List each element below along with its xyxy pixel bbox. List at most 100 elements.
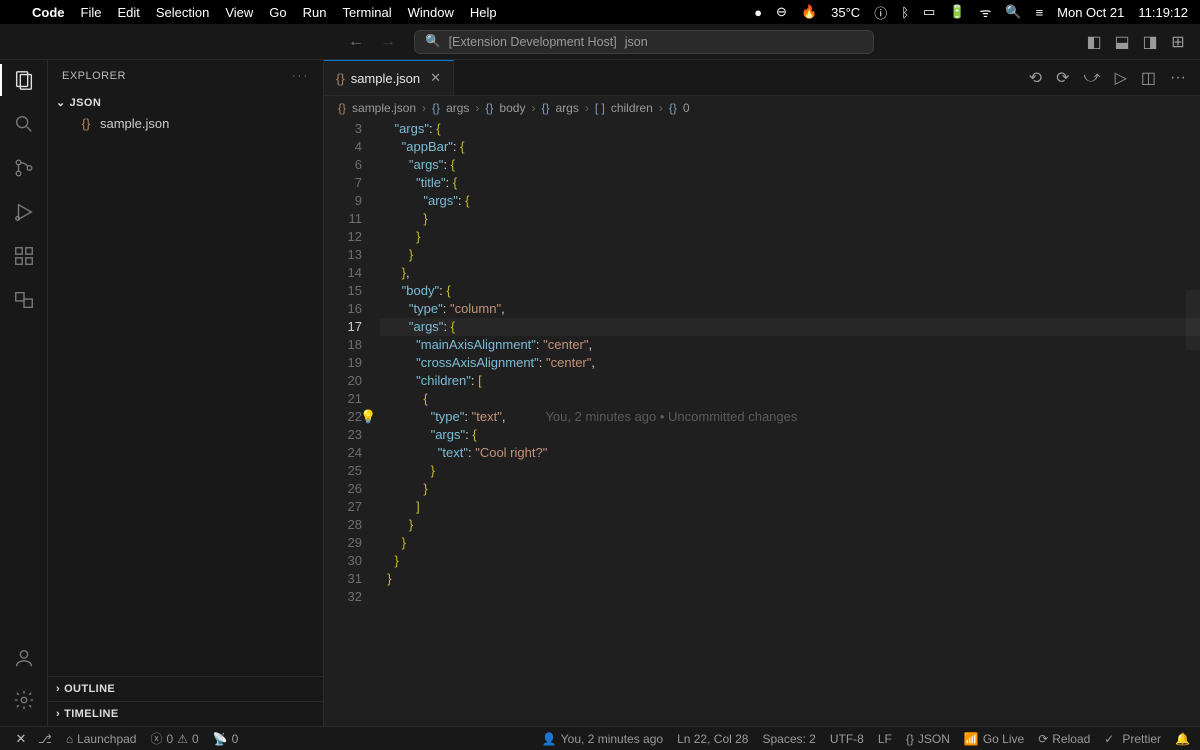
menu-date[interactable]: Mon Oct 21 bbox=[1057, 5, 1124, 20]
crumb[interactable]: args bbox=[555, 101, 578, 115]
menu-edit[interactable]: Edit bbox=[117, 5, 139, 20]
close-icon[interactable]: ✕ bbox=[430, 70, 441, 86]
activity-scm-icon[interactable] bbox=[12, 156, 36, 180]
code-line[interactable]: } bbox=[380, 516, 1200, 534]
code-line[interactable]: "args": { bbox=[380, 192, 1200, 210]
code-line[interactable]: "children": [ bbox=[380, 372, 1200, 390]
editor-action-refresh-icon[interactable]: ⟳ bbox=[1056, 68, 1069, 88]
tab-sample-json[interactable]: {} sample.json ✕ bbox=[324, 60, 454, 95]
spotlight-icon[interactable]: 🔍 bbox=[1005, 4, 1021, 20]
editor-action-prev-icon[interactable]: ⟲ bbox=[1029, 68, 1042, 88]
outline-section[interactable]: ›OUTLINE bbox=[48, 676, 323, 701]
code-line[interactable]: "crossAxisAlignment": "center", bbox=[380, 354, 1200, 372]
control-center-icon[interactable]: ≡ bbox=[1036, 5, 1044, 20]
crumb[interactable]: args bbox=[446, 101, 469, 115]
crumb[interactable]: body bbox=[499, 101, 525, 115]
app-name[interactable]: Code bbox=[32, 5, 65, 20]
code-line[interactable]: } bbox=[380, 552, 1200, 570]
status-language[interactable]: {} JSON bbox=[906, 732, 950, 746]
code-line[interactable]: "mainAxisAlignment": "center", bbox=[380, 336, 1200, 354]
command-center[interactable]: 🔍 [Extension Development Host] json bbox=[414, 30, 874, 54]
code-line[interactable]: }, bbox=[380, 264, 1200, 282]
status-encoding[interactable]: UTF-8 bbox=[830, 732, 864, 746]
editor-action-run-icon[interactable]: ▷ bbox=[1115, 68, 1127, 88]
code-line[interactable]: ] bbox=[380, 498, 1200, 516]
menu-terminal[interactable]: Terminal bbox=[343, 5, 392, 20]
breadcrumb[interactable]: {}sample.json › {}args › {}body › {}args… bbox=[324, 96, 1200, 120]
code-line[interactable]: } bbox=[380, 534, 1200, 552]
code-line[interactable]: "args": { bbox=[380, 426, 1200, 444]
code-line[interactable]: "args": { bbox=[380, 318, 1200, 336]
activity-extensions-icon[interactable] bbox=[12, 244, 36, 268]
info-icon[interactable]: ⓘ bbox=[874, 3, 887, 22]
menu-time[interactable]: 11:19:12 bbox=[1138, 5, 1188, 20]
dnd-icon[interactable]: ⊖ bbox=[776, 4, 787, 20]
layout-panel-icon[interactable]: ⬓ bbox=[1114, 34, 1130, 50]
status-bell-icon[interactable]: 🔔 bbox=[1175, 732, 1190, 746]
menu-go[interactable]: Go bbox=[269, 5, 286, 20]
status-prettier[interactable]: Prettier bbox=[1104, 732, 1161, 746]
code-line[interactable]: } bbox=[380, 246, 1200, 264]
code-line[interactable]: "text": "Cool right?" bbox=[380, 444, 1200, 462]
menu-selection[interactable]: Selection bbox=[156, 5, 209, 20]
nav-back-icon[interactable]: ← bbox=[348, 33, 364, 51]
crumb[interactable]: sample.json bbox=[352, 101, 416, 115]
code-line[interactable]: 💡 "type": "text",You, 2 minutes ago • Un… bbox=[380, 408, 1200, 426]
menu-run[interactable]: Run bbox=[303, 5, 327, 20]
status-ports[interactable]: 📡 0 bbox=[213, 732, 239, 746]
status-indent[interactable]: Spaces: 2 bbox=[762, 732, 815, 746]
activity-settings-icon[interactable] bbox=[12, 688, 36, 712]
code-editor[interactable]: 3467911121314151617181920212223242526272… bbox=[324, 120, 1200, 726]
lightbulb-icon[interactable]: 💡 bbox=[360, 408, 376, 426]
menu-file[interactable]: File bbox=[81, 5, 102, 20]
layout-sidebar-left-icon[interactable]: ◧ bbox=[1086, 34, 1102, 50]
activity-search-icon[interactable] bbox=[12, 112, 36, 136]
code-line[interactable]: "appBar": { bbox=[380, 138, 1200, 156]
menu-view[interactable]: View bbox=[225, 5, 253, 20]
record-icon[interactable]: ● bbox=[754, 5, 762, 20]
wifi-icon[interactable]: ᯤ bbox=[980, 3, 992, 21]
activity-explorer-icon[interactable] bbox=[12, 68, 36, 92]
folder-root[interactable]: ⌄ JSON bbox=[48, 92, 323, 113]
nav-forward-icon[interactable]: → bbox=[380, 33, 396, 51]
status-reload[interactable]: ⟳ Reload bbox=[1038, 732, 1090, 746]
code-line[interactable]: "type": "column", bbox=[380, 300, 1200, 318]
status-git-branch[interactable]: ⎇ bbox=[38, 732, 52, 746]
code-line[interactable]: "args": { bbox=[380, 120, 1200, 138]
explorer-more-icon[interactable]: ··· bbox=[292, 70, 309, 82]
status-golive[interactable]: 📶 Go Live bbox=[964, 732, 1024, 746]
editor-action-next-icon[interactable]: ⤻ bbox=[1083, 69, 1100, 87]
code-line[interactable] bbox=[380, 588, 1200, 606]
menu-help[interactable]: Help bbox=[470, 5, 497, 20]
status-launchpad[interactable]: ⌂ Launchpad bbox=[66, 732, 137, 746]
crumb[interactable]: 0 bbox=[683, 101, 690, 115]
code-line[interactable]: } bbox=[380, 570, 1200, 588]
editor-action-split-icon[interactable]: ◫ bbox=[1141, 68, 1156, 88]
code-line[interactable]: } bbox=[380, 462, 1200, 480]
status-cursor[interactable]: Ln 22, Col 28 bbox=[677, 732, 748, 746]
status-blame[interactable]: 👤 You, 2 minutes ago bbox=[542, 732, 663, 746]
remote-indicator-icon[interactable]: ✕ bbox=[10, 731, 32, 747]
code-line[interactable]: } bbox=[380, 210, 1200, 228]
display-icon[interactable]: ▭ bbox=[923, 4, 935, 20]
code-line[interactable]: "title": { bbox=[380, 174, 1200, 192]
activity-account-icon[interactable] bbox=[12, 646, 36, 670]
activity-run-debug-icon[interactable] bbox=[12, 200, 36, 224]
code-line[interactable]: "args": { bbox=[380, 156, 1200, 174]
code-line[interactable]: } bbox=[380, 228, 1200, 246]
code-body[interactable]: "args": { "appBar": { "args": { "title":… bbox=[380, 120, 1200, 726]
menu-window[interactable]: Window bbox=[408, 5, 454, 20]
layout-custom-icon[interactable]: ⊞ bbox=[1170, 34, 1186, 50]
battery-icon[interactable]: 🔋 bbox=[949, 4, 965, 20]
layout-sidebar-right-icon[interactable]: ◨ bbox=[1142, 34, 1158, 50]
code-line[interactable]: { bbox=[380, 390, 1200, 408]
status-eol[interactable]: LF bbox=[878, 732, 892, 746]
timeline-section[interactable]: ›TIMELINE bbox=[48, 701, 323, 726]
code-line[interactable]: "body": { bbox=[380, 282, 1200, 300]
status-problems[interactable]: ⓧ 0 ⚠ 0 bbox=[150, 730, 198, 747]
temperature[interactable]: 35°C bbox=[831, 5, 860, 20]
file-item[interactable]: {} sample.json bbox=[48, 113, 323, 134]
scrollbar-thumb[interactable] bbox=[1186, 290, 1200, 350]
bluetooth-icon[interactable]: ᛒ bbox=[901, 5, 909, 20]
editor-action-more-icon[interactable]: ··· bbox=[1170, 69, 1186, 87]
